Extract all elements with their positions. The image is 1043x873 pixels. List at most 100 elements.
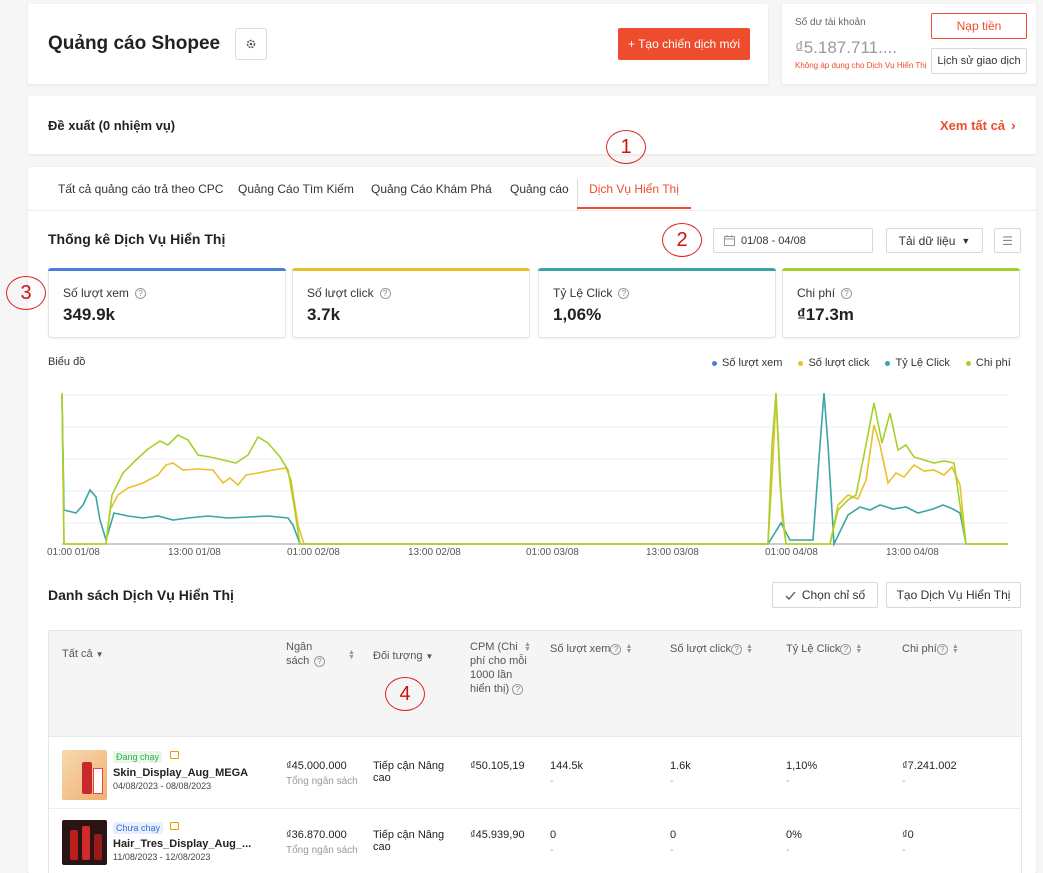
product-image-bottle [70,830,78,860]
legend-dot [965,360,971,366]
metric-card-views[interactable]: Số lượt xem? 349.9k [48,268,286,338]
status-badge: Chưa chạy [113,822,164,834]
product-thumbnail[interactable] [62,750,107,800]
cost-change: - [902,845,906,856]
chevron-down-icon: ▼ [961,235,971,246]
view-all-link[interactable]: Xem tất cả › [940,117,1016,133]
hamburger-icon: ☰ [1002,233,1013,248]
x-axis-tick: 01:00 03/08 [526,547,579,558]
legend-label: Chi phí [975,357,1011,369]
sort-icon[interactable]: ▲ ▼ [524,641,531,653]
balance-note: Không áp dụng cho Dịch Vụ Hiển Thị [795,61,927,70]
budget-value: ₫45.000.000 [286,760,347,772]
campaign-name[interactable]: Hair_Tres_Display_Aug_... [113,838,251,850]
metric-color-bar [292,268,530,271]
help-icon[interactable]: ? [936,644,948,655]
col-header-budget[interactable]: Ngân sách? ▲ ▼ [286,640,356,668]
page-title: Quảng cáo Shopee [48,33,221,54]
choose-metrics-button[interactable]: Chọn chỉ số [772,582,878,608]
col-header-all[interactable]: Tất cả ▼ [62,647,104,662]
col-header-ctr[interactable]: Tỷ Lệ Click? ▲ ▼ [786,642,862,656]
product-image-bottle [82,826,90,860]
ctr-value: 1,10% [786,760,818,772]
performance-chart [61,392,1008,548]
message-icon[interactable] [170,751,179,759]
col-label: Chi phí [902,643,937,655]
help-icon[interactable]: ? [610,644,622,655]
help-icon[interactable]: ? [314,656,325,667]
metric-card-cost[interactable]: Chi phí? ₫17.3m [782,268,1020,338]
tab-display-service[interactable]: Dịch Vụ Hiển Thị [577,167,691,209]
legend-cost[interactable]: Chi phí [965,357,1011,369]
create-campaign-button[interactable]: + Tạo chiến dịch mới [618,28,750,60]
tab-ads[interactable]: Quảng cáo [510,167,569,209]
help-icon[interactable]: ? [840,644,852,655]
tab-discovery-ads[interactable]: Quảng Cáo Khám Phá [371,167,492,209]
x-axis-tick: 01:00 01/08 [47,547,100,558]
choose-metrics-label: Chọn chỉ số [801,588,866,602]
metric-value: 349.9k [63,305,115,324]
col-header-cpm[interactable]: CPM (Chi phí cho mỗi 1000 lần hiển thị) … [470,640,531,696]
product-image-bottle [82,762,92,794]
message-icon[interactable] [170,822,179,830]
metric-color-bar [48,268,286,271]
metric-label: Số lượt click [307,286,374,300]
col-header-cost[interactable]: Chi phí? ▲ ▼ [902,642,959,656]
create-display-service-button[interactable]: Tạo Dịch Vụ Hiển Thị [886,582,1021,608]
series-cost-line [61,392,1008,545]
campaign-name[interactable]: Skin_Display_Aug_MEGA [113,767,248,779]
col-header-clicks[interactable]: Số lượt click? ▲ ▼ [670,642,753,656]
sort-icon[interactable]: ▲ ▼ [746,643,753,655]
x-axis-tick: 01:00 04/08 [765,547,818,558]
status-badge: Đang chạy [113,751,163,763]
x-axis-tick: 13:00 02/08 [408,547,461,558]
col-header-views[interactable]: Số lượt xem? ▲ ▼ [550,642,632,656]
annotation-marker-1: 1 [606,130,646,164]
col-label: Số lượt click [670,643,732,655]
checkbox-list-icon [785,591,796,600]
chevron-down-icon: ▼ [425,652,434,661]
product-image-bottle [94,834,102,860]
settings-button[interactable] [235,28,267,60]
col-label: Đối tượng [373,650,423,662]
topup-button[interactable]: Nạp tiền [931,13,1027,39]
legend-label: Tỷ Lệ Click [895,357,950,369]
chevron-right-icon: › [1011,117,1016,133]
sort-icon[interactable]: ▲ ▼ [952,643,959,655]
transaction-history-button[interactable]: Lịch sử giao dịch [931,48,1027,74]
target-value: Tiếp cận Nâng cao [373,760,445,784]
col-header-target[interactable]: Đối tượng ▼ [373,649,433,664]
help-icon[interactable]: ? [731,644,743,655]
download-data-button[interactable]: Tải dữ liệu ▼ [886,228,983,253]
sort-icon[interactable]: ▲ ▼ [855,643,862,655]
sort-icon[interactable]: ▲ ▼ [625,643,632,655]
table-header [49,631,1021,737]
help-icon[interactable]: ? [512,684,524,695]
sort-icon[interactable]: ▲ ▼ [348,649,355,661]
cost-value: ₫0 [902,829,914,841]
help-icon[interactable]: ? [841,287,853,299]
legend-views[interactable]: Số lượt xem [712,357,782,369]
clicks-change: - [670,845,674,856]
product-thumbnail[interactable] [62,820,107,865]
tab-all-cpc[interactable]: Tất cả quảng cáo trả theo CPC [58,167,223,209]
chevron-down-icon: ▼ [95,650,104,659]
metric-value: 1,06% [553,305,602,324]
cpm-value: ₫45.939,90 [470,829,525,841]
help-icon[interactable]: ? [134,287,146,299]
metric-card-ctr[interactable]: Tỷ Lệ Click? 1,06% [538,268,776,338]
legend-label: Số lượt xem [722,357,783,369]
col-label: Số lượt xem [550,643,611,655]
help-icon[interactable]: ? [618,287,630,299]
calendar-icon [724,235,735,246]
x-axis-tick: 01:00 02/08 [287,547,340,558]
date-range-picker[interactable]: 01/08 - 04/08 [713,228,873,253]
metric-card-clicks[interactable]: Số lượt click? 3.7k [292,268,530,338]
legend-clicks[interactable]: Số lượt click [798,357,869,369]
series-clicks-line [61,394,1008,545]
tab-search-ads[interactable]: Quảng Cáo Tìm Kiếm [238,167,354,209]
legend-ctr[interactable]: Tỷ Lệ Click [885,357,950,369]
help-icon[interactable]: ? [379,287,391,299]
annotation-marker-2: 2 [662,223,702,257]
menu-button[interactable]: ☰ [994,228,1021,253]
